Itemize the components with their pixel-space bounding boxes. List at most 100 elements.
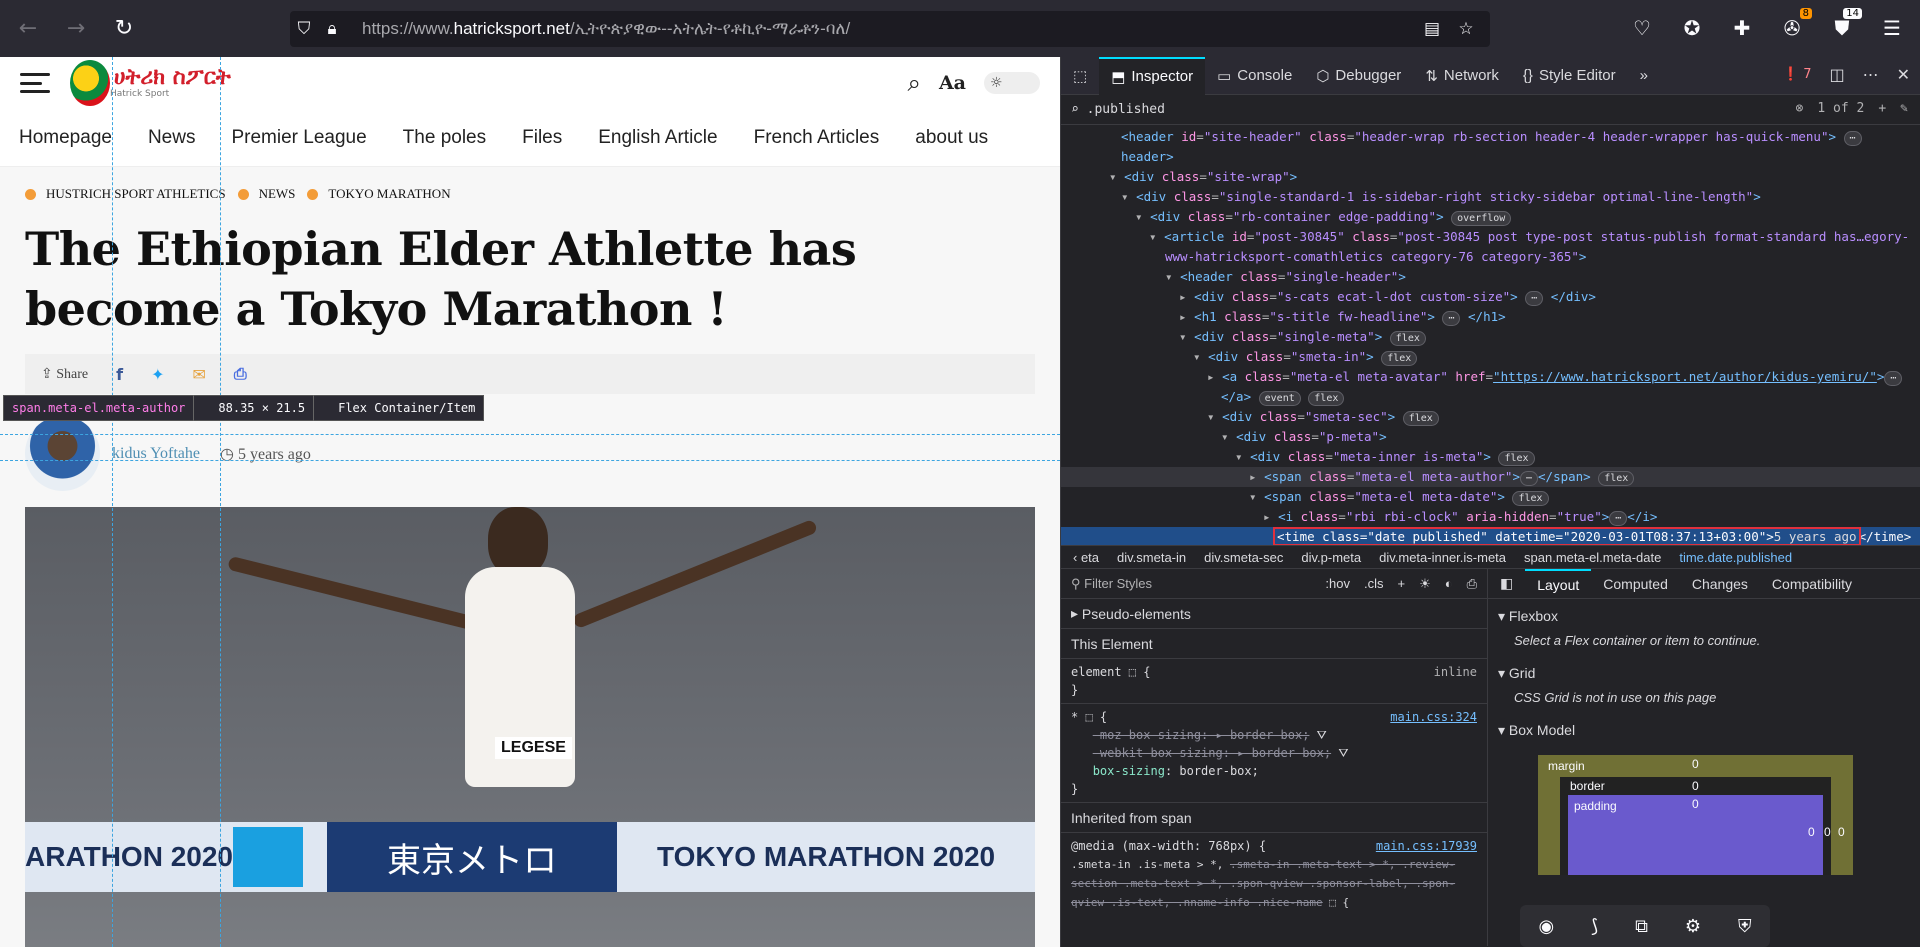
- tab-layout[interactable]: Layout: [1525, 568, 1592, 599]
- layout-sidebar-toggle-icon[interactable]: ◧: [1488, 569, 1525, 599]
- tree-node[interactable]: ▾ <div class="rb-container edge-padding"…: [1061, 207, 1920, 227]
- menu-item[interactable]: News: [148, 127, 196, 149]
- reload-icon[interactable]: ↻: [104, 9, 144, 49]
- tree-node[interactable]: ▾ <span class="meta-el meta-date"> flex: [1061, 487, 1920, 507]
- tree-node[interactable]: www-hatricksport-comathletics category-7…: [1061, 247, 1920, 267]
- dark-mode-toggle[interactable]: ☼: [984, 72, 1040, 94]
- light-scheme-icon[interactable]: ☀: [1419, 576, 1431, 592]
- error-count[interactable]: ❗ 7: [1783, 67, 1812, 82]
- extensions-puzzle-icon[interactable]: ✚: [1726, 12, 1758, 44]
- tree-node[interactable]: ▸ <i class="rbi rbi-clock" aria-hidden="…: [1061, 507, 1920, 527]
- pick-element-icon[interactable]: ⬚: [1061, 57, 1099, 95]
- tree-node[interactable]: ▸ <span class="meta-el meta-author"> ⋯ </s…: [1061, 467, 1920, 487]
- tree-node[interactable]: ▾ <div class="smeta-in"> flex: [1061, 347, 1920, 367]
- tab-computed[interactable]: Computed: [1591, 569, 1680, 599]
- menu-item[interactable]: about us: [915, 127, 988, 149]
- filter-styles-input[interactable]: ⚲ Filter Styles: [1071, 576, 1152, 592]
- tab-changes[interactable]: Changes: [1680, 569, 1760, 599]
- windows-icon[interactable]: ⧉: [1635, 916, 1648, 937]
- category-tag[interactable]: NEWS: [237, 186, 295, 202]
- tree-node[interactable]: ▾ <div class="single-standard-1 is-sideb…: [1061, 187, 1920, 207]
- close-devtools-icon[interactable]: ✕: [1897, 65, 1910, 84]
- app-icon[interactable]: ⚙: [1685, 916, 1701, 937]
- category-tag[interactable]: HUSTRICH SPORT ATHLETICS: [25, 186, 226, 202]
- element-rule[interactable]: element ⬚ {inline}: [1061, 659, 1487, 704]
- reader-view-icon[interactable]: ▤: [1418, 19, 1446, 39]
- breadcrumb-item[interactable]: ‹ eta: [1073, 550, 1099, 565]
- clear-search-icon[interactable]: ⊗: [1796, 101, 1804, 116]
- tab-compatibility[interactable]: Compatibility: [1760, 569, 1864, 599]
- universal-rule[interactable]: * ⬚ {main.css:324 -moz-box-sizing: ▸ bor…: [1061, 704, 1487, 803]
- back-icon[interactable]: ←: [8, 9, 48, 49]
- markup-search-input[interactable]: .published: [1087, 102, 1165, 117]
- menu-item[interactable]: The poles: [403, 127, 486, 149]
- grid-section[interactable]: ▾ Grid: [1488, 656, 1920, 690]
- cls-toggle[interactable]: .cls: [1364, 576, 1384, 592]
- add-node-icon[interactable]: +: [1878, 101, 1886, 116]
- breadcrumb-item[interactable]: div.meta-inner.is-meta: [1379, 550, 1506, 565]
- tree-node[interactable]: ▾ <div class="smeta-sec"> flex: [1061, 407, 1920, 427]
- menu-item[interactable]: Files: [522, 127, 562, 149]
- tab-inspector[interactable]: ⬒ Inspector: [1099, 56, 1206, 95]
- pseudo-elements-toggle[interactable]: ▸ Pseudo-elements: [1061, 599, 1487, 629]
- security-icon[interactable]: ⛨: [1738, 916, 1752, 937]
- flexbox-section[interactable]: ▾ Flexbox: [1488, 599, 1920, 633]
- menu-icon[interactable]: ☰: [1876, 12, 1908, 44]
- bookmark-star-icon[interactable]: ☆: [1452, 19, 1480, 39]
- url-bar[interactable]: ⛉ 🔒︎ https://www.hatricksport.net/ኢትዮጵያዊ…: [290, 11, 1490, 47]
- discord-icon[interactable]: ◉: [1538, 916, 1554, 937]
- tree-node[interactable]: </a> event flex: [1061, 387, 1920, 407]
- tree-node[interactable]: <header id="site-header" class="header-w…: [1061, 127, 1920, 147]
- tab-network[interactable]: ⇅ Network: [1413, 57, 1511, 95]
- tab-style-editor[interactable]: {} Style Editor: [1511, 57, 1628, 95]
- hov-toggle[interactable]: :hov: [1325, 576, 1350, 592]
- tree-node[interactable]: ▾ <header class="single-header">: [1061, 267, 1920, 287]
- forward-icon[interactable]: →: [56, 9, 96, 49]
- avatar[interactable]: [25, 416, 100, 491]
- print-icon[interactable]: ⎙: [234, 364, 247, 384]
- email-icon[interactable]: ✉: [193, 365, 206, 384]
- url-text[interactable]: https://www.hatricksport.net/ኢትዮጵያዊው--አት…: [362, 19, 850, 39]
- tree-node[interactable]: header>: [1061, 147, 1920, 167]
- breadcrumb-item[interactable]: div.smeta-sec: [1204, 550, 1283, 565]
- more-options-icon[interactable]: ⋯: [1863, 65, 1879, 84]
- eyedropper-icon[interactable]: ✎: [1900, 101, 1908, 116]
- tree-node[interactable]: ▾ <article id="post-30845" class="post-3…: [1061, 227, 1920, 247]
- twitter-icon[interactable]: ✦: [151, 365, 164, 384]
- menu-item[interactable]: Premier League: [231, 127, 366, 149]
- breadcrumb-item[interactable]: span.meta-el.meta-date: [1524, 550, 1661, 565]
- pocket-icon[interactable]: ♡: [1626, 12, 1658, 44]
- ublock-icon[interactable]: ⛊ 14: [1826, 8, 1862, 44]
- media-rule[interactable]: @media (max-width: 768px) {main.css:1793…: [1061, 833, 1487, 916]
- tree-node[interactable]: ▾ <div class="meta-inner is-meta"> flex: [1061, 447, 1920, 467]
- font-size-button[interactable]: Aa: [939, 72, 966, 94]
- category-tag[interactable]: TOKYO MARATHON: [307, 186, 451, 202]
- app-icon[interactable]: ⟆: [1591, 916, 1598, 937]
- menu-item[interactable]: Homepage: [19, 127, 112, 149]
- tab-debugger[interactable]: ⬡ Debugger: [1304, 57, 1413, 95]
- tree-node[interactable]: ▾ <div class="site-wrap">: [1061, 167, 1920, 187]
- hamburger-menu-icon[interactable]: [20, 73, 50, 93]
- breadcrumb-item[interactable]: div.p-meta: [1301, 550, 1361, 565]
- site-logo[interactable]: ሀትሪክ ስፖርት Hatrick Sport: [70, 60, 231, 106]
- menu-item[interactable]: French Articles: [754, 127, 880, 149]
- tree-node[interactable]: ▸ <a class="meta-el meta-avatar" href="h…: [1061, 367, 1920, 387]
- more-tabs-icon[interactable]: »: [1628, 57, 1660, 95]
- tree-node[interactable]: ▾ <div class="single-meta"> flex: [1061, 327, 1920, 347]
- dark-scheme-icon[interactable]: ◐: [1445, 576, 1453, 592]
- menu-item[interactable]: English Article: [598, 127, 717, 149]
- print-media-icon[interactable]: ⎙: [1467, 576, 1477, 592]
- box-model-section[interactable]: ▾ Box Model: [1488, 713, 1920, 747]
- extension-badge-icon[interactable]: ✇ 8: [1776, 8, 1812, 44]
- tree-node-selected[interactable]: <time class="date published" datetime="2…: [1061, 527, 1920, 545]
- facebook-icon[interactable]: f: [116, 365, 123, 384]
- breadcrumb-item[interactable]: div.smeta-in: [1117, 550, 1186, 565]
- dock-icon[interactable]: ◫: [1829, 65, 1844, 84]
- search-icon[interactable]: ⌕: [907, 69, 920, 97]
- lock-icon[interactable]: 🔒︎: [318, 19, 346, 39]
- shield-icon[interactable]: ⛉: [290, 19, 318, 39]
- breadcrumb-item-current[interactable]: time.date.published: [1679, 550, 1792, 565]
- tab-console[interactable]: ▭ Console: [1205, 57, 1304, 95]
- tree-node[interactable]: ▸ <div class="s-cats ecat-l-dot custom-s…: [1061, 287, 1920, 307]
- tree-node[interactable]: ▾ <div class="p-meta">: [1061, 427, 1920, 447]
